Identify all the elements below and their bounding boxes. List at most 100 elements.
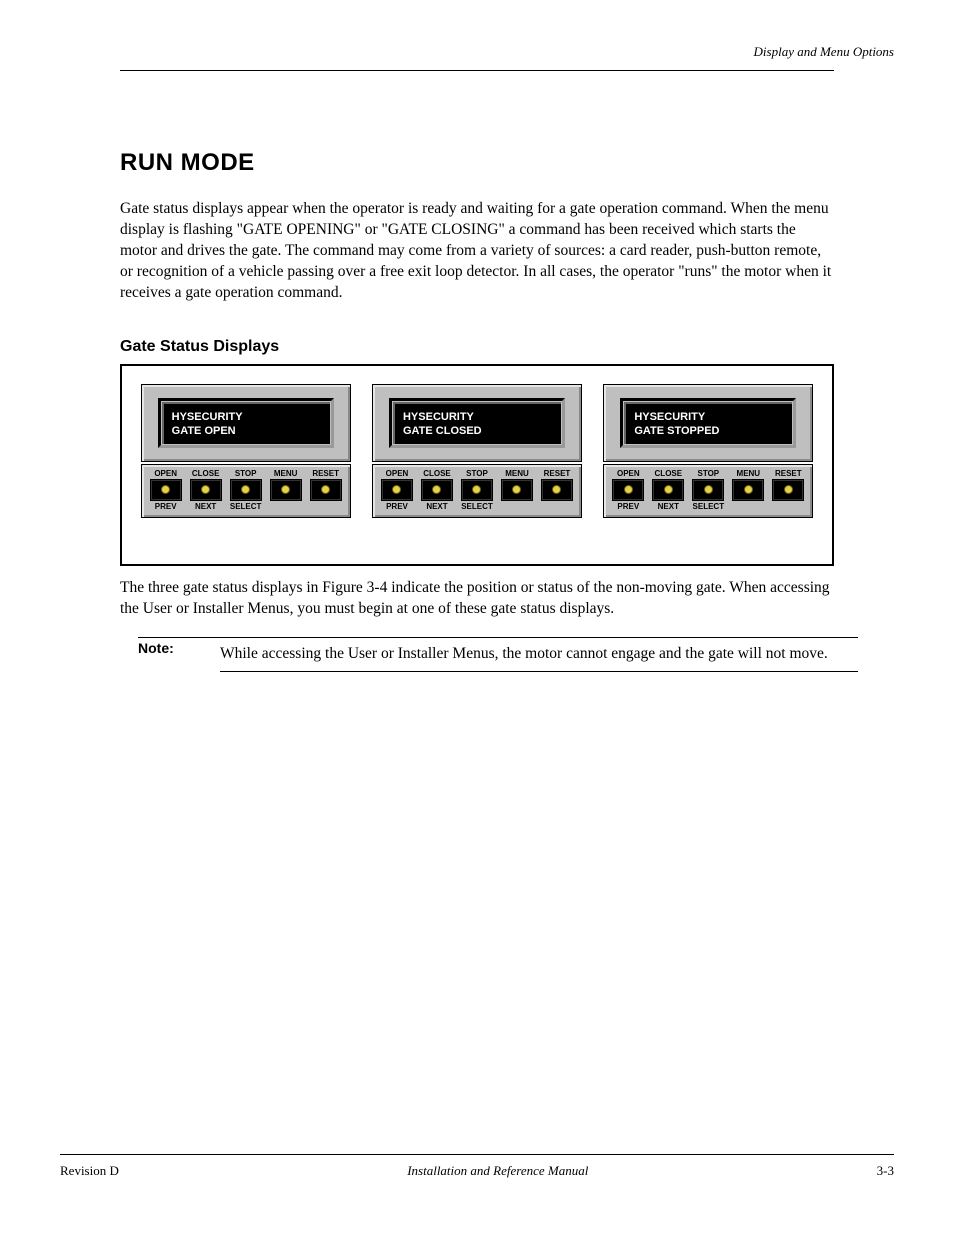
menu-button[interactable] <box>502 480 532 500</box>
close-button[interactable] <box>191 480 221 500</box>
lcd-screen: HYSECURITY GATE STOPPED <box>624 402 792 444</box>
lcd-screen: HYSECURITY GATE OPEN <box>162 402 330 444</box>
lcd-bezel: HYSECURITY GATE OPEN <box>141 384 351 462</box>
close-button[interactable] <box>653 480 683 500</box>
label-close: CLOSE <box>650 469 686 478</box>
button-led-icon <box>512 485 521 494</box>
label-menu: MENU <box>268 469 304 478</box>
label-next: NEXT <box>188 502 224 511</box>
content-area: RUN MODE Gate status displays appear whe… <box>60 71 894 672</box>
menu-button[interactable] <box>733 480 763 500</box>
button-bottom-labels: PREV NEXT SELECT <box>379 502 575 511</box>
button-led-icon <box>241 485 250 494</box>
button-top-labels: OPEN CLOSE STOP MENU RESET <box>148 469 344 478</box>
label-close: CLOSE <box>419 469 455 478</box>
footer-rule <box>60 1154 894 1155</box>
label-open: OPEN <box>379 469 415 478</box>
note-block: Note: While accessing the User or Instal… <box>138 637 858 672</box>
button-led-icon <box>432 485 441 494</box>
label-blank <box>770 502 806 511</box>
button-led-icon <box>321 485 330 494</box>
display-panel: HYSECURITY GATE STOPPED OPEN CLOSE STOP … <box>599 384 818 518</box>
display-panel: HYSECURITY GATE OPEN OPEN CLOSE STOP MEN… <box>136 384 355 518</box>
lcd-bezel: HYSECURITY GATE CLOSED <box>372 384 582 462</box>
lcd-frame: HYSECURITY GATE CLOSED <box>389 398 565 448</box>
open-button[interactable] <box>382 480 412 500</box>
label-prev: PREV <box>379 502 415 511</box>
label-select: SELECT <box>459 502 495 511</box>
button-led-icon <box>704 485 713 494</box>
label-prev: PREV <box>148 502 184 511</box>
label-stop: STOP <box>228 469 264 478</box>
button-led-icon <box>744 485 753 494</box>
label-select: SELECT <box>228 502 264 511</box>
button-led-icon <box>552 485 561 494</box>
label-next: NEXT <box>650 502 686 511</box>
lcd-line2: GATE CLOSED <box>403 424 553 439</box>
stop-button[interactable] <box>462 480 492 500</box>
label-blank <box>268 502 304 511</box>
label-reset: RESET <box>308 469 344 478</box>
close-button[interactable] <box>422 480 452 500</box>
button-row <box>610 480 806 500</box>
label-next: NEXT <box>419 502 455 511</box>
label-open: OPEN <box>148 469 184 478</box>
page: Display and Menu Options RUN MODE Gate s… <box>0 0 954 1235</box>
label-open: OPEN <box>610 469 646 478</box>
reset-button[interactable] <box>311 480 341 500</box>
label-close: CLOSE <box>188 469 224 478</box>
label-blank <box>730 502 766 511</box>
label-blank <box>308 502 344 511</box>
figure-title: Gate Status Displays <box>120 338 834 356</box>
reset-button[interactable] <box>542 480 572 500</box>
stop-button[interactable] <box>693 480 723 500</box>
lcd-screen: HYSECURITY GATE CLOSED <box>393 402 561 444</box>
lcd-line2: GATE STOPPED <box>634 424 784 439</box>
label-menu: MENU <box>730 469 766 478</box>
footer-doc-title: Installation and Reference Manual <box>407 1163 588 1179</box>
button-led-icon <box>624 485 633 494</box>
button-led-icon <box>281 485 290 494</box>
figure-caption: The three gate status displays in Figure… <box>120 578 834 620</box>
note-rule-top <box>220 637 858 638</box>
note-rule-bottom <box>220 671 858 672</box>
button-top-labels: OPEN CLOSE STOP MENU RESET <box>610 469 806 478</box>
label-blank <box>539 502 575 511</box>
lcd-bezel: HYSECURITY GATE STOPPED <box>603 384 813 462</box>
open-button[interactable] <box>613 480 643 500</box>
lcd-line1: HYSECURITY <box>634 410 784 425</box>
button-led-icon <box>201 485 210 494</box>
open-button[interactable] <box>151 480 181 500</box>
button-row <box>379 480 575 500</box>
lcd-line2: GATE OPEN <box>172 424 322 439</box>
label-prev: PREV <box>610 502 646 511</box>
button-area: OPEN CLOSE STOP MENU RESET PREV <box>603 464 813 518</box>
label-select: SELECT <box>690 502 726 511</box>
label-menu: MENU <box>499 469 535 478</box>
label-stop: STOP <box>690 469 726 478</box>
section-title: RUN MODE <box>120 149 834 177</box>
label-reset: RESET <box>770 469 806 478</box>
button-led-icon <box>161 485 170 494</box>
button-led-icon <box>472 485 481 494</box>
reset-button[interactable] <box>773 480 803 500</box>
page-footer: Revision D Installation and Reference Ma… <box>0 1154 954 1179</box>
note-text: While accessing the User or Installer Me… <box>220 640 858 665</box>
note-label: Note: <box>138 637 220 656</box>
footer-page-number: 3-3 <box>877 1163 894 1179</box>
display-panel: HYSECURITY GATE CLOSED OPEN CLOSE STOP M… <box>367 384 586 518</box>
button-area: OPEN CLOSE STOP MENU RESET PREV <box>141 464 351 518</box>
stop-button[interactable] <box>231 480 261 500</box>
button-led-icon <box>392 485 401 494</box>
lcd-frame: HYSECURITY GATE STOPPED <box>620 398 796 448</box>
menu-button[interactable] <box>271 480 301 500</box>
label-blank <box>499 502 535 511</box>
button-area: OPEN CLOSE STOP MENU RESET PREV <box>372 464 582 518</box>
label-reset: RESET <box>539 469 575 478</box>
lcd-line1: HYSECURITY <box>172 410 322 425</box>
header-section-name: Display and Menu Options <box>754 44 894 60</box>
lcd-line1: HYSECURITY <box>403 410 553 425</box>
button-bottom-labels: PREV NEXT SELECT <box>148 502 344 511</box>
label-stop: STOP <box>459 469 495 478</box>
button-led-icon <box>664 485 673 494</box>
